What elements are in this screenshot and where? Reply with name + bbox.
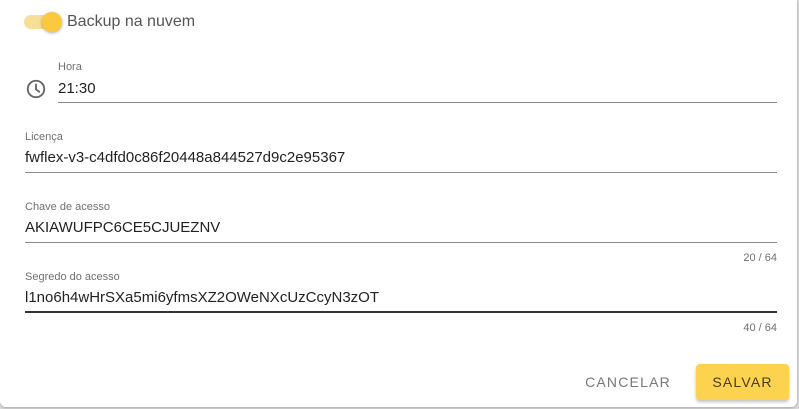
save-button[interactable]: SALVAR: [696, 364, 789, 400]
segredo-label: Segredo do acesso: [25, 271, 120, 283]
segredo-underline: [25, 311, 777, 313]
backup-toggle-label: Backup na nuvem: [67, 13, 196, 30]
licenca-underline: [25, 172, 777, 173]
licenca-field[interactable]: Licença fwflex-v3-c4dfd0c86f20448a844527…: [25, 131, 777, 175]
backup-settings-dialog: Backup na nuvem Hora 21:30 Licença fwfle…: [0, 0, 797, 407]
hora-underline: [58, 102, 777, 103]
licenca-label: Licença: [25, 131, 63, 143]
chave-value[interactable]: AKIAWUFPC6CE5CJUEZNV: [25, 219, 220, 237]
chave-label: Chave de acesso: [25, 201, 110, 213]
hora-label: Hora: [58, 61, 82, 73]
backup-toggle[interactable]: [22, 12, 62, 32]
segredo-field[interactable]: Segredo do acesso l1no6h4wHrSXa5mi6yfmsX…: [25, 271, 777, 315]
hora-field[interactable]: Hora 21:30: [58, 61, 777, 105]
segredo-value[interactable]: l1no6h4wHrSXa5mi6yfmsXZ2OWeNXcUzCcyN3zOT: [25, 289, 379, 307]
chave-underline: [25, 242, 777, 243]
cancel-button[interactable]: CANCELAR: [578, 364, 678, 400]
licenca-value[interactable]: fwflex-v3-c4dfd0c86f20448a844527d9c2e953…: [25, 149, 345, 167]
chave-char-counter: 20 / 64: [743, 252, 777, 264]
toggle-thumb: [42, 12, 62, 32]
hora-value[interactable]: 21:30: [58, 80, 96, 98]
chave-field[interactable]: Chave de acesso AKIAWUFPC6CE5CJUEZNV: [25, 201, 777, 245]
segredo-char-counter: 40 / 64: [743, 322, 777, 334]
clock-icon: [26, 79, 46, 99]
